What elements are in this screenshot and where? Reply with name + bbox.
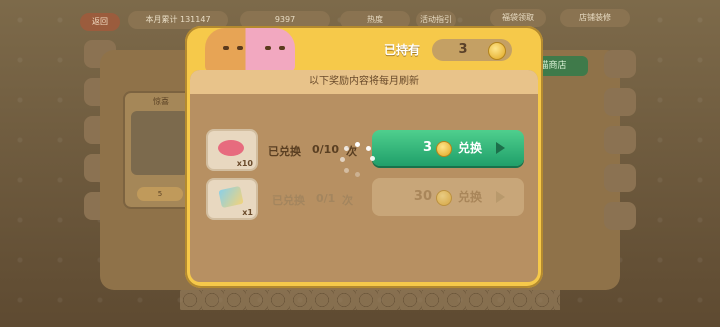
spinner-dot: [355, 142, 360, 147]
bottom-decoration: [180, 290, 560, 310]
exchange-status-label: 已兑换: [268, 145, 301, 158]
shop-decor-label: 店铺装修: [579, 13, 611, 22]
exchange-price: 3: [422, 140, 432, 155]
right-icon-5[interactable]: [604, 202, 636, 230]
coins-value: 9397: [274, 15, 296, 24]
reward-quantity: x10: [236, 159, 253, 168]
exchange-price: 30: [413, 189, 432, 204]
exchange-button-2[interactable]: 30 兑换: [372, 178, 524, 216]
exchange-count: 0/1: [316, 192, 336, 205]
spinner-dot: [344, 146, 349, 151]
heat-label: 热度: [367, 15, 383, 24]
back-button[interactable]: 返回: [80, 13, 120, 31]
lucky-bag-label: 福袋领取: [502, 13, 534, 22]
right-icon-1[interactable]: [604, 50, 636, 78]
exchange-label: 兑换: [458, 141, 483, 155]
play-arrow-icon: [496, 142, 505, 154]
cat-eye-icon: [237, 46, 243, 50]
reward-quantity: x1: [242, 208, 253, 217]
right-icon-3[interactable]: [604, 126, 636, 154]
right-icon-2[interactable]: [604, 88, 636, 116]
exchange-label: 兑换: [458, 190, 483, 204]
spinner-dot: [340, 157, 345, 162]
spinner-dot: [344, 168, 349, 173]
spinner-dot: [366, 146, 371, 151]
spinner-dot: [370, 156, 375, 161]
right-side-menu: [604, 50, 640, 240]
gift-price: 5: [137, 187, 183, 201]
shop-decor-button[interactable]: 店铺装修: [560, 9, 630, 27]
coin-icon: [436, 141, 452, 157]
exchange-unit: 次: [342, 194, 353, 207]
stat-label: 本月累计: [145, 15, 178, 24]
ticket-icon: [218, 185, 244, 209]
exchange-status-label: 已兑换: [272, 194, 305, 207]
reward-item-fish: x10: [206, 129, 258, 171]
right-icon-4[interactable]: [604, 164, 636, 192]
exchange-button-1[interactable]: 3 兑换: [372, 130, 524, 166]
stat-value: 131147: [180, 15, 211, 24]
loading-spinner-icon: [340, 142, 376, 178]
cat-eye-icon: [279, 46, 285, 50]
coin-icon: [436, 190, 452, 206]
lucky-bag-button[interactable]: 福袋领取: [490, 9, 546, 27]
cat-eye-icon: [265, 46, 271, 50]
coin-icon: [488, 42, 506, 60]
cats-banner-icon: [205, 28, 295, 72]
reward-item-ticket: x1: [206, 178, 258, 220]
gift-image: [131, 111, 189, 175]
cat-eye-icon: [223, 46, 229, 50]
owned-label: 已持有: [384, 43, 421, 57]
activity-guide-label: 活动指引: [420, 15, 452, 24]
fish-icon: [218, 140, 244, 156]
refresh-notice: 以下奖励内容将每月刷新: [309, 76, 419, 87]
play-arrow-icon: [496, 191, 505, 203]
owned-value: 3: [458, 42, 468, 57]
spinner-dot: [355, 172, 360, 177]
exchange-count: 0/10: [312, 143, 339, 156]
